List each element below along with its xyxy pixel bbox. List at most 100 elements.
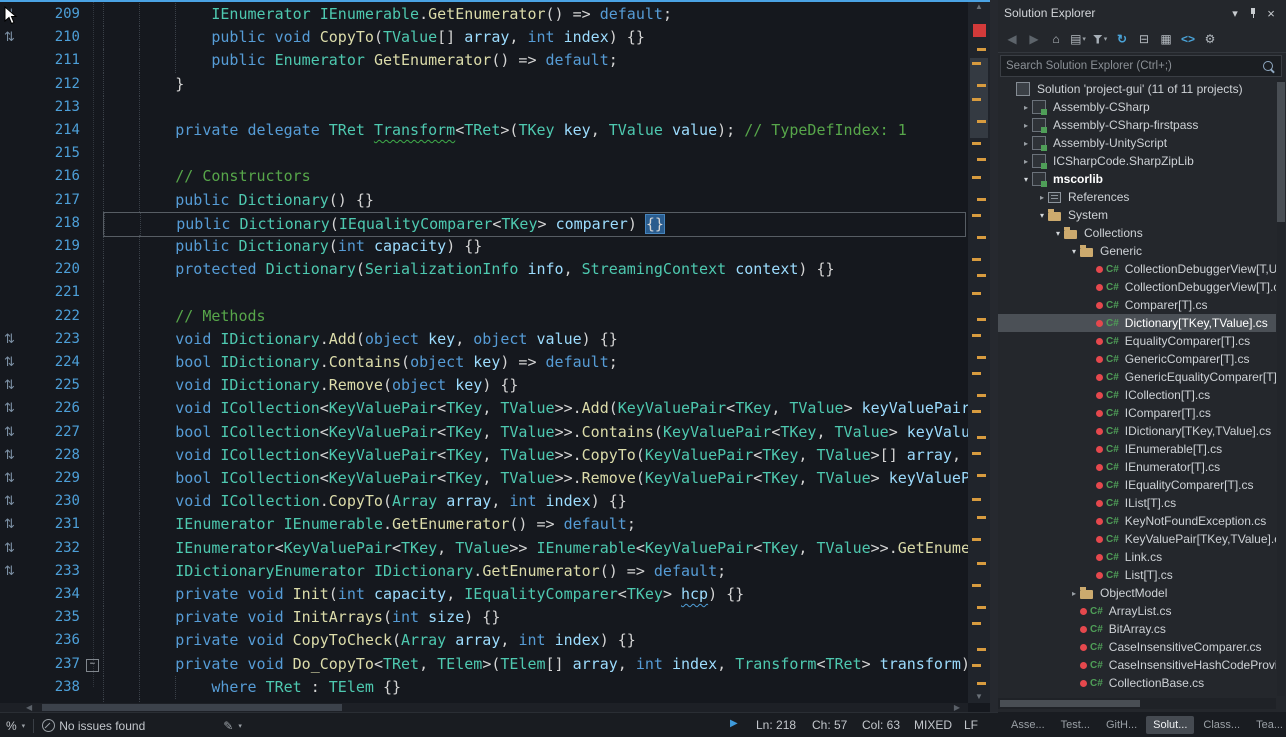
- scroll-right-icon[interactable]: ▶: [954, 703, 960, 712]
- home-button[interactable]: ⌂: [1046, 29, 1066, 49]
- tree-item[interactable]: C#GenericComparer[T].cs: [998, 350, 1276, 368]
- line-number[interactable]: 221: [28, 281, 80, 304]
- line-number[interactable]: 231: [28, 513, 80, 536]
- line-number[interactable]: 229: [28, 467, 80, 490]
- tree-item[interactable]: C#Dictionary[TKey,TValue].cs: [998, 314, 1276, 332]
- interface-implementation-icon[interactable]: ⇅: [4, 425, 15, 439]
- line-number[interactable]: 214: [28, 119, 80, 142]
- expand-arrow-icon[interactable]: ▸: [1020, 157, 1032, 166]
- glyph-margin[interactable]: ⇅⇅⇅⇅⇅⇅⇅⇅⇅⇅⇅⇅⇅: [0, 0, 28, 712]
- editor-horizontal-scrollbar[interactable]: ◀ ▶: [0, 703, 968, 712]
- expand-arrow-icon[interactable]: ▸: [1020, 139, 1032, 148]
- code-line-209[interactable]: IEnumerator IEnumerable.GetEnumerator() …: [103, 3, 964, 26]
- code-line-223[interactable]: void IDictionary.Add(object key, object …: [103, 328, 964, 351]
- code-line-236[interactable]: private void CopyToCheck(Array array, in…: [103, 629, 964, 652]
- line-number-margin[interactable]: 2092102112122132142152162172182192202212…: [28, 0, 84, 712]
- line-number[interactable]: 233: [28, 560, 80, 583]
- line-number[interactable]: 227: [28, 421, 80, 444]
- line-number[interactable]: 230: [28, 490, 80, 513]
- interface-implementation-icon[interactable]: ⇅: [4, 494, 15, 508]
- line-number[interactable]: 235: [28, 606, 80, 629]
- solution-explorer-header[interactable]: Solution Explorer ▾ ×: [998, 0, 1286, 26]
- search-box[interactable]: [1000, 55, 1282, 77]
- tree-item[interactable]: ▸Assembly-CSharp: [998, 98, 1276, 116]
- character-indicator[interactable]: Ch: 57: [812, 718, 847, 732]
- code-line-222[interactable]: // Methods: [103, 305, 964, 328]
- line-number[interactable]: 225: [28, 374, 80, 397]
- column-indicator[interactable]: Col: 63: [862, 718, 900, 732]
- scrollbar-thumb[interactable]: [1000, 700, 1140, 707]
- code-line-225[interactable]: void IDictionary.Remove(object key) {}: [103, 374, 964, 397]
- line-number[interactable]: 216: [28, 165, 80, 188]
- tool-window-tab[interactable]: Class...: [1196, 716, 1247, 734]
- code-line-232[interactable]: IEnumerator<KeyValuePair<TKey, TValue>> …: [103, 537, 964, 560]
- tree-item[interactable]: C#CollectionDebuggerView[T].cs: [998, 278, 1276, 296]
- tree-item[interactable]: C#ArrayList.cs: [998, 602, 1276, 620]
- line-number[interactable]: 226: [28, 397, 80, 420]
- code-line-218[interactable]: public Dictionary(IEqualityComparer<TKey…: [103, 212, 966, 237]
- interface-implementation-icon[interactable]: ⇅: [4, 378, 15, 392]
- scrollbar-thumb[interactable]: [1277, 82, 1285, 222]
- code-line-224[interactable]: bool IDictionary.Contains(object key) =>…: [103, 351, 964, 374]
- code-area[interactable]: IEnumerator IEnumerable.GetEnumerator() …: [103, 0, 968, 712]
- collapse-all-button[interactable]: ⊟: [1134, 29, 1154, 49]
- collapse-arrow-icon[interactable]: ▾: [1068, 247, 1080, 256]
- tree-item[interactable]: C#IList[T].cs: [998, 494, 1276, 512]
- code-line-219[interactable]: public Dictionary(int capacity) {}: [103, 235, 964, 258]
- scroll-left-icon[interactable]: ◀: [26, 703, 32, 712]
- tree-item[interactable]: C#GenericEqualityComparer[T].cs: [998, 368, 1276, 386]
- document-health-indicator[interactable]: [973, 24, 986, 37]
- line-number[interactable]: 236: [28, 629, 80, 652]
- tree-horizontal-scrollbar[interactable]: [998, 698, 1276, 709]
- tool-window-tab[interactable]: Solut...: [1146, 716, 1194, 734]
- code-line-210[interactable]: public void CopyTo(TValue[] array, int i…: [103, 26, 964, 49]
- tree-item[interactable]: C#ICollection[T].cs: [998, 386, 1276, 404]
- code-line-213[interactable]: [103, 96, 964, 119]
- line-number[interactable]: 212: [28, 73, 80, 96]
- code-line-228[interactable]: void ICollection<KeyValuePair<TKey, TVal…: [103, 444, 964, 467]
- code-line-237[interactable]: private void Do_CopyTo<TRet, TElem>(TEle…: [103, 653, 964, 676]
- show-all-files-button[interactable]: ▦: [1156, 29, 1176, 49]
- code-line-221[interactable]: [103, 281, 964, 304]
- code-line-238[interactable]: where TRet : TElem {}: [103, 676, 964, 699]
- tree-item[interactable]: C#EqualityComparer[T].cs: [998, 332, 1276, 350]
- code-line-233[interactable]: IDictionaryEnumerator IDictionary.GetEnu…: [103, 560, 964, 583]
- collapse-arrow-icon[interactable]: ▾: [1052, 229, 1064, 238]
- line-number[interactable]: 211: [28, 49, 80, 72]
- line-number[interactable]: 223: [28, 328, 80, 351]
- code-line-235[interactable]: private void InitArrays(int size) {}: [103, 606, 964, 629]
- interface-implementation-icon[interactable]: ⇅: [4, 30, 15, 44]
- tree-item[interactable]: C#CollectionBase.cs: [998, 674, 1276, 692]
- line-number[interactable]: 219: [28, 235, 80, 258]
- interface-implementation-icon[interactable]: ⇅: [4, 471, 15, 485]
- tree-item[interactable]: C#Comparer[T].cs: [998, 296, 1276, 314]
- line-number[interactable]: 210: [28, 26, 80, 49]
- code-line-231[interactable]: IEnumerator IEnumerable.GetEnumerator() …: [103, 513, 964, 536]
- tree-item[interactable]: ▸Assembly-UnityScript: [998, 134, 1276, 152]
- switch-views-button[interactable]: ▤▾: [1068, 29, 1088, 49]
- editor-vertical-scrollbar[interactable]: ▲ ▼: [968, 0, 990, 703]
- code-line-215[interactable]: [103, 142, 964, 165]
- line-number[interactable]: 234: [28, 583, 80, 606]
- tree-item[interactable]: C#IEnumerator[T].cs: [998, 458, 1276, 476]
- tree-item[interactable]: ▾System: [998, 206, 1276, 224]
- line-number[interactable]: 237: [28, 653, 80, 676]
- scroll-down-icon[interactable]: ▼: [968, 692, 990, 701]
- code-line-211[interactable]: public Enumerator GetEnumerator() => def…: [103, 49, 964, 72]
- properties-button[interactable]: ⚙: [1200, 29, 1220, 49]
- tree-item[interactable]: ▾Collections: [998, 224, 1276, 242]
- tool-window-tab[interactable]: Tea...: [1249, 716, 1286, 734]
- tree-item[interactable]: C#CaseInsensitiveHashCodeProvider.cs: [998, 656, 1276, 674]
- code-editor[interactable]: ⇅⇅⇅⇅⇅⇅⇅⇅⇅⇅⇅⇅⇅ 20921021121221321421521621…: [0, 0, 968, 712]
- tree-item[interactable]: C#KeyNotFoundException.cs: [998, 512, 1276, 530]
- pen-button[interactable]: ✎ ▾: [223, 719, 242, 733]
- code-line-226[interactable]: void ICollection<KeyValuePair<TKey, TVal…: [103, 397, 964, 420]
- zoom-control[interactable]: % ▾: [6, 719, 25, 733]
- solution-tree[interactable]: Solution 'project-gui' (11 of 11 project…: [998, 80, 1276, 696]
- refresh-button[interactable]: ↻: [1112, 29, 1132, 49]
- outlining-margin[interactable]: −: [86, 0, 102, 712]
- tree-item[interactable]: ▸References: [998, 188, 1276, 206]
- tree-item[interactable]: C#KeyValuePair[TKey,TValue].cs: [998, 530, 1276, 548]
- filter-button[interactable]: ▾: [1090, 29, 1110, 49]
- code-line-217[interactable]: public Dictionary() {}: [103, 189, 964, 212]
